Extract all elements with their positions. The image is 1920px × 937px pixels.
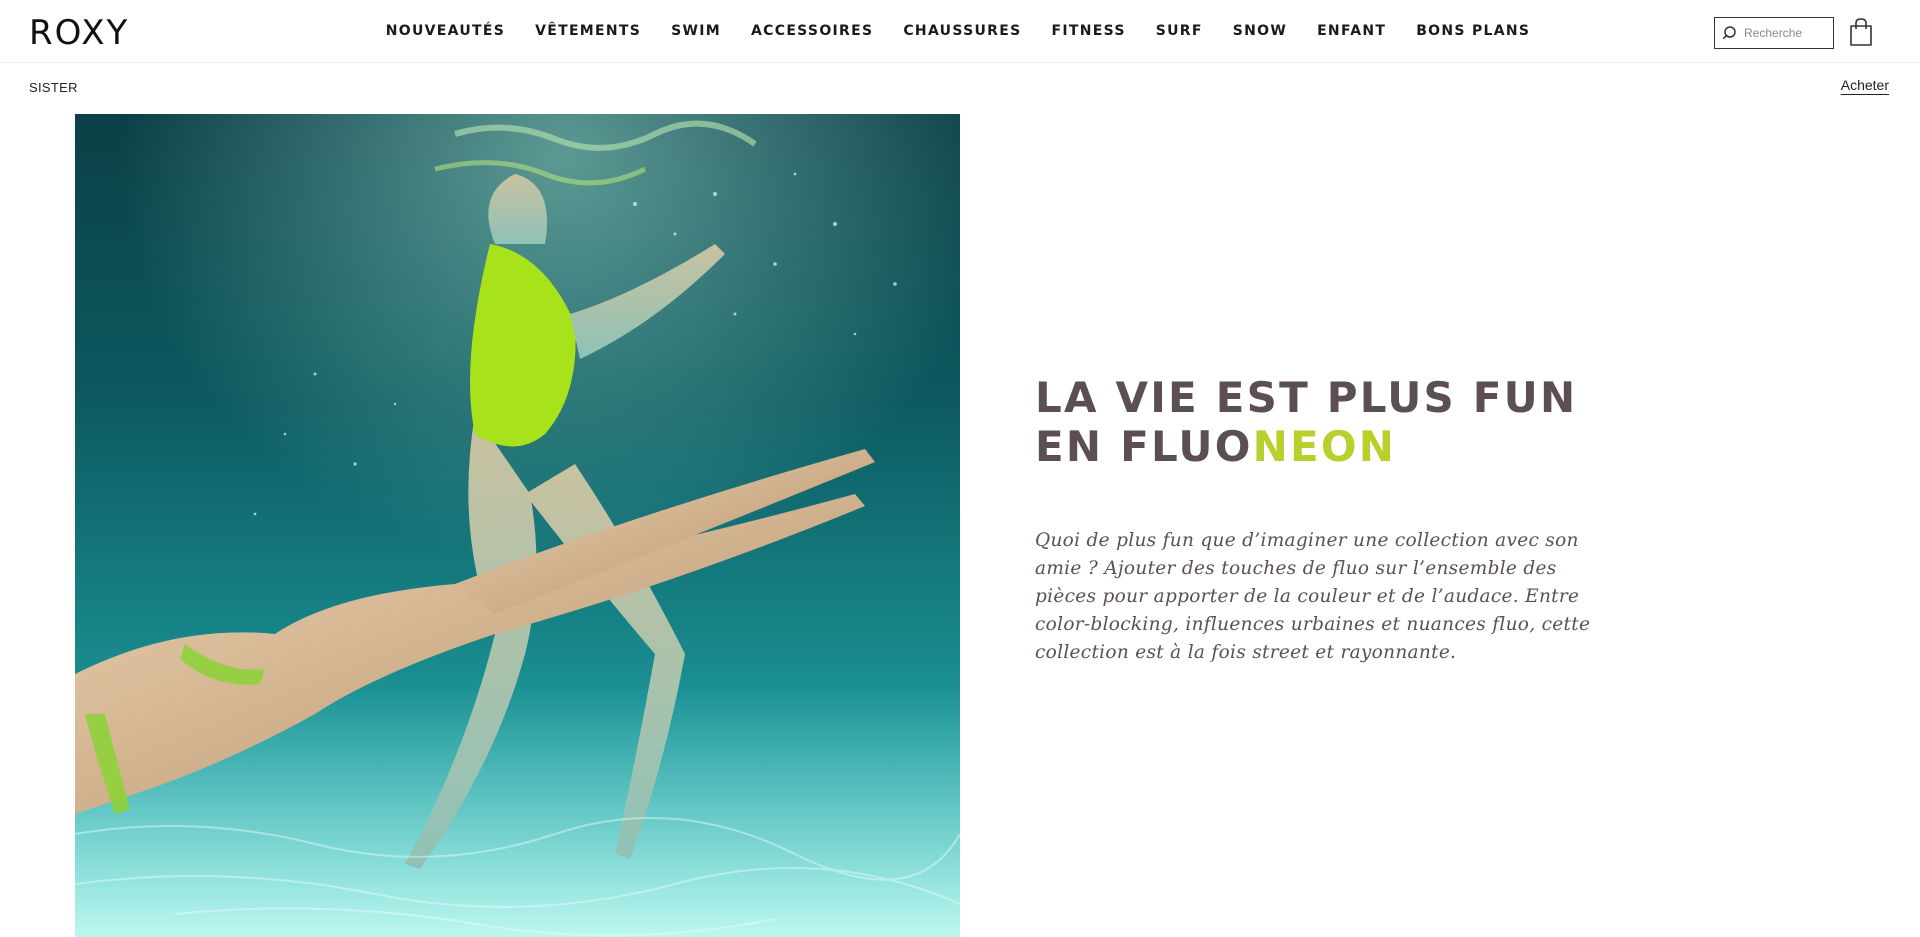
shopping-bag-icon xyxy=(1850,18,1872,46)
nav-item-nouveautes[interactable]: NOUVEAUTÉS xyxy=(371,0,520,63)
shop-link[interactable]: Acheter xyxy=(1841,77,1889,93)
nav-item-fitness[interactable]: FITNESS xyxy=(1036,0,1140,63)
hero-text: LA VIE EST PLUS FUN EN FLUONEON Quoi de … xyxy=(1035,373,1595,667)
nav-item-enfant[interactable]: ENFANT xyxy=(1302,0,1401,63)
nav-item-vetements[interactable]: VÊTEMENTS xyxy=(520,0,656,63)
underwater-swimmers-photo xyxy=(75,114,960,937)
collection-title: SISTER xyxy=(29,80,78,95)
cart-button[interactable] xyxy=(1849,17,1873,47)
headline-accent: NEON xyxy=(1252,422,1397,471)
site-header: ROXY NOUVEAUTÉS VÊTEMENTS SWIM ACCESSOIR… xyxy=(0,0,1920,63)
search-input[interactable] xyxy=(1744,26,1829,40)
nav-item-snow[interactable]: SNOW xyxy=(1218,0,1302,63)
nav-item-bons-plans[interactable]: BONS PLANS xyxy=(1401,0,1545,63)
hero-description: Quoi de plus fun que d’imaginer une coll… xyxy=(1035,530,1591,663)
brand-logo[interactable]: ROXY xyxy=(29,13,129,53)
nav-item-swim[interactable]: SWIM xyxy=(656,0,736,63)
search-box[interactable] xyxy=(1714,17,1834,49)
hero-headline: LA VIE EST PLUS FUN EN FLUONEON xyxy=(1035,373,1595,471)
search-icon xyxy=(1723,26,1736,39)
nav-item-surf[interactable]: SURF xyxy=(1141,0,1218,63)
main-nav: NOUVEAUTÉS VÊTEMENTS SWIM ACCESSOIRES CH… xyxy=(0,0,1920,63)
nav-item-accessoires[interactable]: ACCESSOIRES xyxy=(736,0,888,63)
hero-image xyxy=(75,114,960,937)
nav-item-chaussures[interactable]: CHAUSSURES xyxy=(888,0,1036,63)
